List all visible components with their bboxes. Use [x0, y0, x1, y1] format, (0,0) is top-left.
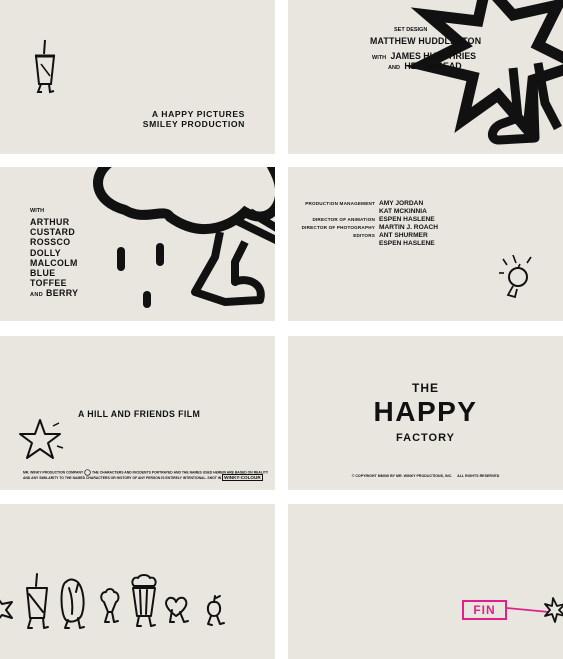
cast-name: CUSTARD [30, 227, 76, 238]
popcorn-icon [100, 588, 120, 623]
star-icon [19, 419, 64, 459]
boots-shape [488, 62, 562, 145]
title-happy: HAPPY [373, 396, 478, 427]
cast-name: MALCOLM [30, 257, 78, 268]
title-the: THE [412, 381, 439, 395]
film-title: A HILL AND FRIENDS FILM [78, 409, 201, 419]
fin-label: FIN [473, 603, 496, 617]
crew-name: ANT SHURMER [379, 232, 428, 239]
credit-panel-4: PRODUCTION MANAGEMENT AMY JORDAN KAT MCK… [288, 167, 563, 321]
title-factory: FACTORY [396, 432, 455, 444]
popcorn-box-icon [131, 574, 157, 627]
soda-cup-icon [26, 573, 49, 629]
fin-pointer-shape [506, 597, 563, 623]
production-line-2: SMILEY PRODUCTION [142, 119, 245, 129]
cloud-character-shape [93, 167, 275, 308]
characters-row-shape [0, 573, 225, 629]
cast-name: DOLLY [30, 247, 62, 258]
title-panel: THE HAPPY FACTORY © COPYRIGHT MMXIII BY … [288, 336, 563, 490]
crew-name: ESPEN HASLENE [379, 240, 435, 247]
crew-role: DIRECTOR OF ANIMATION [312, 217, 375, 222]
crew-role: PRODUCTION MANAGEMENT [305, 201, 375, 206]
characters-panel [0, 504, 275, 659]
cast-last-line: AND BERRY [30, 288, 79, 299]
crew-name: KAT MCKINNIA [379, 208, 427, 215]
cast-name: TOFFEE [30, 278, 67, 289]
crew-role: DIRECTOR OF PHOTOGRAPHY [301, 225, 375, 230]
set-design-name-1: MATTHEW HUDDLESTON [370, 36, 482, 46]
hotdog-icon [60, 578, 85, 629]
crew-role: EDITORS [353, 233, 375, 238]
credit-panel-1: A HAPPY PICTURES SMILEY PRODUCTION [0, 0, 275, 154]
credit-panel-3: WITH ARTHUR CUSTARD ROSSCO DOLLY MALCOLM… [0, 167, 275, 321]
apple-icon [206, 595, 225, 626]
production-line-1: A HAPPY PICTURES [151, 109, 245, 119]
crew-name: ESPEN HASLENE [379, 216, 435, 223]
cast-name: ROSSCO [30, 237, 71, 248]
credit-panel-2: SET DESIGN MATTHEW HUDDLESTON WITH JAMES… [288, 0, 563, 154]
apple-icon [499, 254, 532, 299]
cast-name: ARTHUR [30, 217, 70, 227]
cast-list: ARTHUR CUSTARD ROSSCO DOLLY MALCOLM BLUE… [30, 217, 78, 301]
fin-panel: FIN [288, 504, 563, 659]
crew-name: AMY JORDAN [379, 200, 424, 207]
cast-with: WITH [30, 208, 45, 214]
soda-cup-icon [34, 39, 56, 94]
disclaimer-line-2: AND ANY SIMILARITY TO THE NAMED CHARACTE… [23, 474, 263, 481]
crew-name: MARTIN J. ROACH [379, 224, 438, 231]
set-design-role: SET DESIGN [394, 27, 428, 33]
winky-face-icon [84, 469, 91, 476]
set-design-line-3: AND HELEN READ [388, 61, 462, 71]
cast-name: BLUE [30, 268, 56, 279]
fin-box: FIN [462, 600, 507, 620]
credit-panel-5: A HILL AND FRIENDS FILM MR. WINKY PRODUC… [0, 336, 275, 490]
copyright: © COPYRIGHT MMXIII BY MR. WINKY PRODUCTI… [351, 474, 500, 478]
star-icon [0, 599, 13, 619]
heart-icon [165, 596, 189, 623]
